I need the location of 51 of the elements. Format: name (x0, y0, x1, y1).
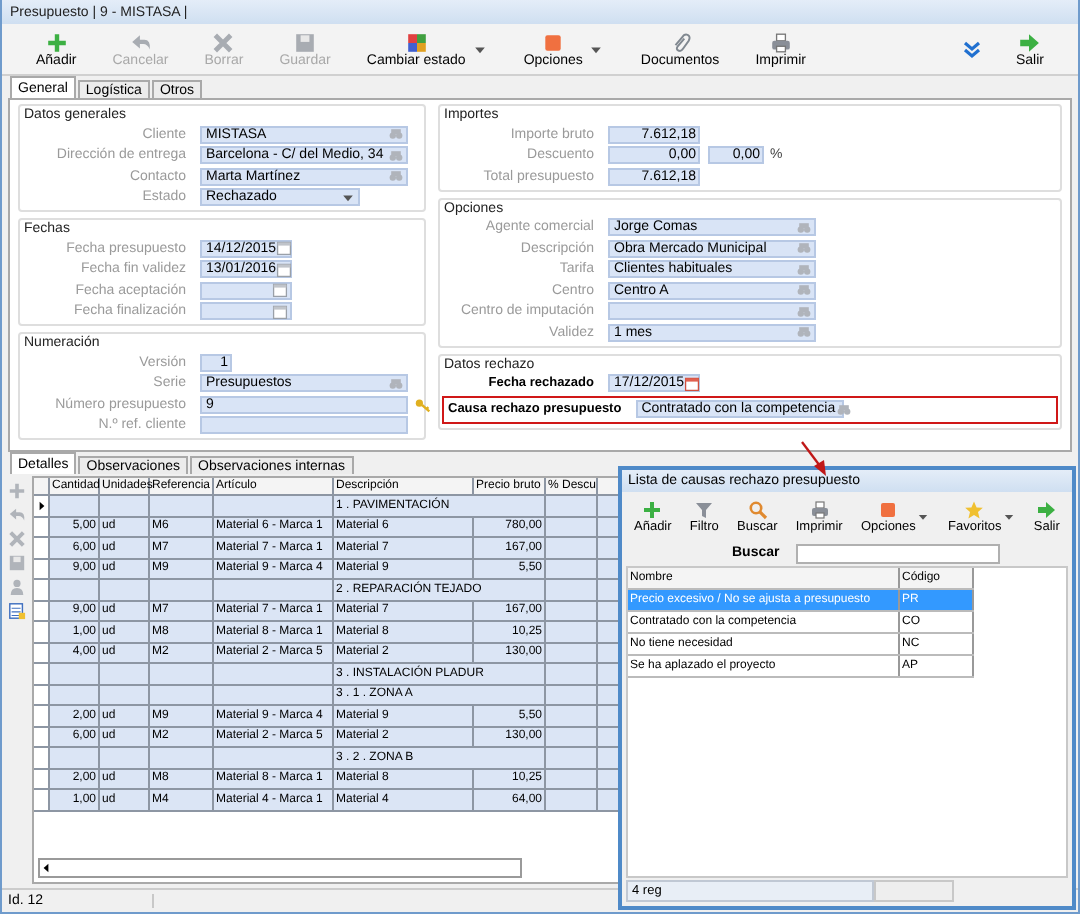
date-field[interactable] (200, 281, 292, 299)
binoculars-icon (388, 168, 404, 184)
paperclip-icon (669, 31, 692, 53)
plus-icon (45, 31, 68, 53)
arrow-icon (1018, 31, 1041, 53)
binoculars-icon (835, 401, 852, 417)
delete-icon (212, 31, 235, 53)
date-field[interactable] (200, 302, 292, 320)
plus-icon (8, 482, 26, 500)
spreadsheet-icon (8, 602, 26, 620)
calendar-icon (272, 303, 288, 319)
delete-icon (8, 530, 26, 548)
calendar-icon (276, 240, 293, 256)
star-icon (964, 499, 985, 519)
square-icon (878, 499, 899, 519)
binoculars-icon (796, 219, 812, 235)
row-header[interactable] (34, 496, 50, 515)
search-field[interactable] (795, 543, 1000, 563)
colored-squares-icon (405, 31, 428, 53)
plus-icon (642, 499, 663, 519)
calendar-icon (272, 282, 288, 298)
undo-icon (129, 31, 152, 53)
printer-icon (809, 499, 830, 519)
binoculars-icon (388, 126, 404, 142)
printer-icon (769, 31, 792, 53)
arrow-icon (1036, 499, 1057, 519)
square-icon (542, 31, 565, 53)
binoculars-icon (796, 282, 812, 298)
text-field[interactable] (200, 416, 408, 434)
calendar-icon (276, 261, 293, 277)
pointer-arrow (801, 441, 826, 476)
double-chevron-icon (961, 39, 982, 59)
horizontal-scrollbar[interactable] (38, 858, 522, 878)
binoculars-icon (796, 240, 812, 256)
binoculars-icon (796, 261, 812, 277)
binoculars-icon (388, 375, 404, 391)
left-arrow-icon (40, 862, 52, 874)
save-icon (294, 31, 317, 53)
save-icon (8, 554, 26, 572)
binoculars-icon (796, 303, 812, 319)
undo-icon (8, 506, 26, 524)
lookup-field[interactable] (608, 302, 816, 320)
person-icon (8, 578, 26, 596)
binoculars-icon (388, 147, 404, 163)
caret-icon (915, 509, 930, 523)
key-icon (414, 395, 432, 413)
current-row-icon (35, 499, 47, 512)
calendar-icon (684, 375, 701, 391)
search-icon (747, 499, 768, 519)
binoculars-icon (796, 324, 812, 340)
caret-icon (1001, 509, 1016, 523)
